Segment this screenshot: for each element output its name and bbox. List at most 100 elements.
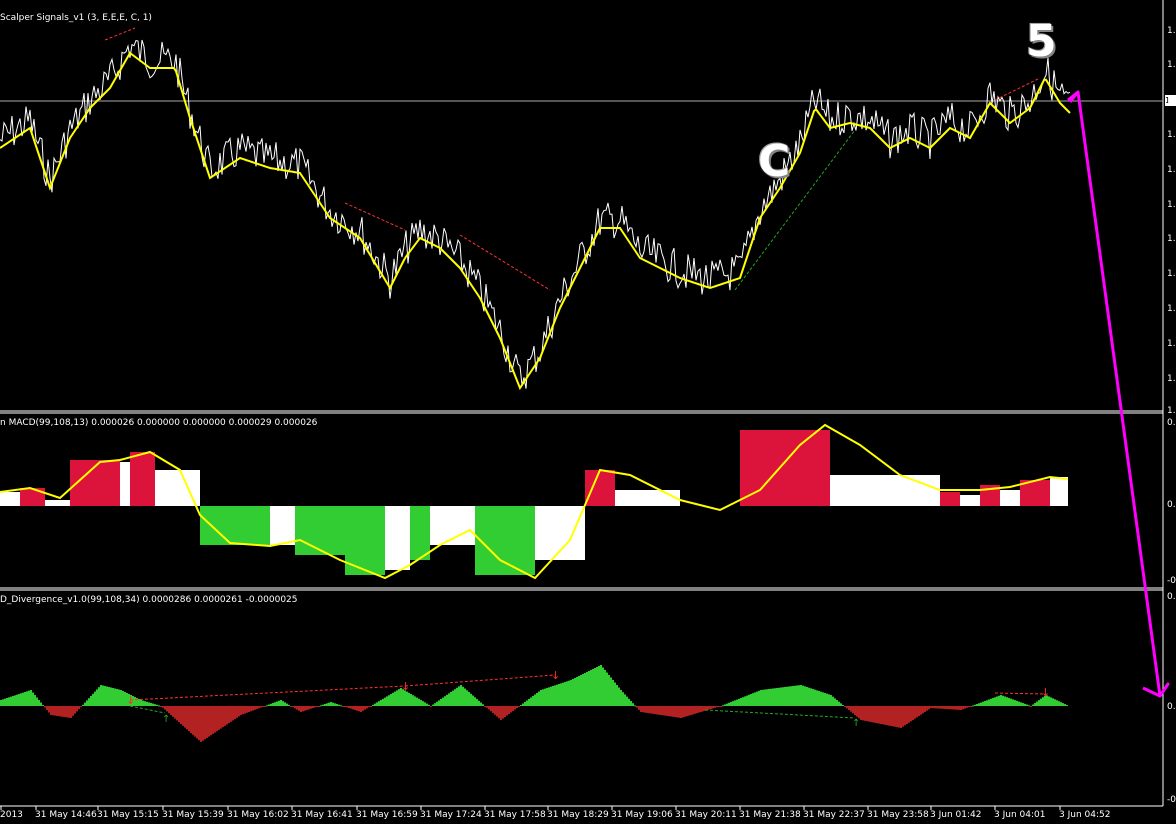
divergence-bar	[958, 706, 960, 710]
divergence-bar	[866, 706, 868, 722]
divergence-bar	[1018, 701, 1020, 706]
divergence-bar	[780, 687, 782, 706]
divergence-bar	[426, 703, 428, 706]
divergence-bar	[268, 704, 270, 706]
divergence-bar	[916, 706, 918, 718]
divergence-bar	[8, 697, 10, 706]
divergence-bar	[226, 706, 228, 725]
divergence-bar	[180, 706, 182, 724]
time-tick: 31 May 23:58	[867, 810, 929, 820]
divergence-bar	[680, 706, 682, 718]
main-price-pane[interactable]	[0, 27, 1163, 391]
macd-tick: 0.0	[1167, 418, 1176, 428]
divergence-bar	[976, 704, 978, 706]
divergence-bar	[924, 706, 926, 712]
divergence-bar	[150, 703, 152, 706]
divergence-bar	[286, 703, 288, 706]
divergence-bar	[740, 698, 742, 706]
divergence-bar	[200, 706, 202, 742]
divergence-bar	[292, 706, 294, 708]
divergence-bar	[488, 706, 490, 710]
divergence-bar	[1064, 704, 1066, 706]
divergence-bar	[1016, 700, 1018, 706]
divergence-bar	[936, 706, 938, 709]
trading-chart-canvas[interactable]: ↓ ↓ ↓ ↓ ↑ ↑	[0, 0, 1176, 824]
divergence-bar	[486, 706, 488, 708]
divergence-bar	[960, 706, 962, 710]
price-line	[0, 39, 1071, 389]
divergence-bar	[330, 702, 332, 706]
divergence-bar	[574, 678, 576, 706]
divergence-bar	[556, 684, 558, 706]
divergence-bar	[952, 706, 954, 710]
divergence-bar	[458, 686, 460, 706]
divergence-bar	[348, 706, 350, 708]
divergence-bar	[354, 706, 356, 710]
divergence-bar	[172, 706, 174, 717]
divergence-bar	[344, 706, 346, 707]
divergence-bar	[210, 706, 212, 736]
divergence-bar	[1050, 697, 1052, 706]
macd-pane[interactable]	[0, 423, 1069, 580]
divergence-bar	[346, 706, 348, 708]
divergence-bar	[1034, 703, 1036, 706]
divergence-bar	[858, 706, 860, 719]
divergence-bar	[356, 706, 358, 711]
divergence-bar	[444, 696, 446, 706]
divergence-bar	[288, 704, 290, 706]
divergence-pane[interactable]: ↓ ↓ ↓ ↓ ↑ ↑	[0, 665, 1068, 742]
divergence-bar	[576, 677, 578, 706]
divergence-bar	[790, 686, 792, 706]
divergence-bar	[74, 706, 76, 714]
divergence-bar	[16, 694, 18, 706]
divergence-bar	[276, 701, 278, 706]
divergence-bar	[218, 706, 220, 730]
divergence-bar	[582, 674, 584, 706]
divergence-bar	[254, 706, 256, 710]
divergence-bar	[778, 687, 780, 706]
divergence-bar	[312, 706, 314, 708]
divergence-bar	[772, 688, 774, 706]
divergence-bar	[806, 687, 808, 706]
divergence-bar	[508, 706, 510, 714]
divergence-bar	[870, 706, 872, 722]
divergence-bar	[794, 685, 796, 706]
macd-histogram-bar	[740, 430, 830, 506]
divergence-bar	[708, 706, 710, 710]
divergence-bar	[422, 701, 424, 706]
divergence-bar	[946, 706, 948, 710]
divergence-bar	[512, 706, 514, 711]
time-tick: 2013	[0, 810, 23, 820]
divergence-bar	[42, 705, 44, 706]
divergence-bar	[390, 694, 392, 706]
macd-histogram-bar	[585, 470, 615, 506]
divergence-bar	[220, 706, 222, 729]
divergence-bar	[944, 706, 946, 709]
divergence-bar	[204, 706, 206, 740]
divergence-bar	[232, 706, 234, 721]
macd-histogram-bar	[0, 492, 20, 506]
divergence-bar	[542, 689, 544, 706]
divergence-bar	[538, 691, 540, 706]
divergence-bar	[558, 684, 560, 706]
divergence-bar	[572, 679, 574, 706]
divergence-bar	[822, 692, 824, 706]
divergence-bar	[144, 701, 146, 706]
divergence-bar	[548, 687, 550, 706]
divergence-bar	[774, 688, 776, 706]
divergence-bar	[852, 706, 854, 714]
divergence-bar	[500, 706, 502, 720]
divergence-bar	[112, 688, 114, 706]
divergence-bar	[118, 689, 120, 706]
divergence-bar	[838, 701, 840, 706]
divergence-bar	[392, 692, 394, 706]
divergence-bar	[52, 706, 54, 716]
divergence-bar	[584, 673, 586, 706]
divergence-bar	[412, 695, 414, 706]
divergence-bar	[90, 696, 92, 706]
divergence-bar	[1060, 702, 1062, 706]
main-indicator-label: Scalper Signals_v1 (3, E,E,E, C, 1)	[0, 13, 152, 23]
divergence-bar	[36, 697, 38, 706]
macd-histogram-bar	[475, 506, 535, 575]
divergence-bar	[466, 690, 468, 706]
